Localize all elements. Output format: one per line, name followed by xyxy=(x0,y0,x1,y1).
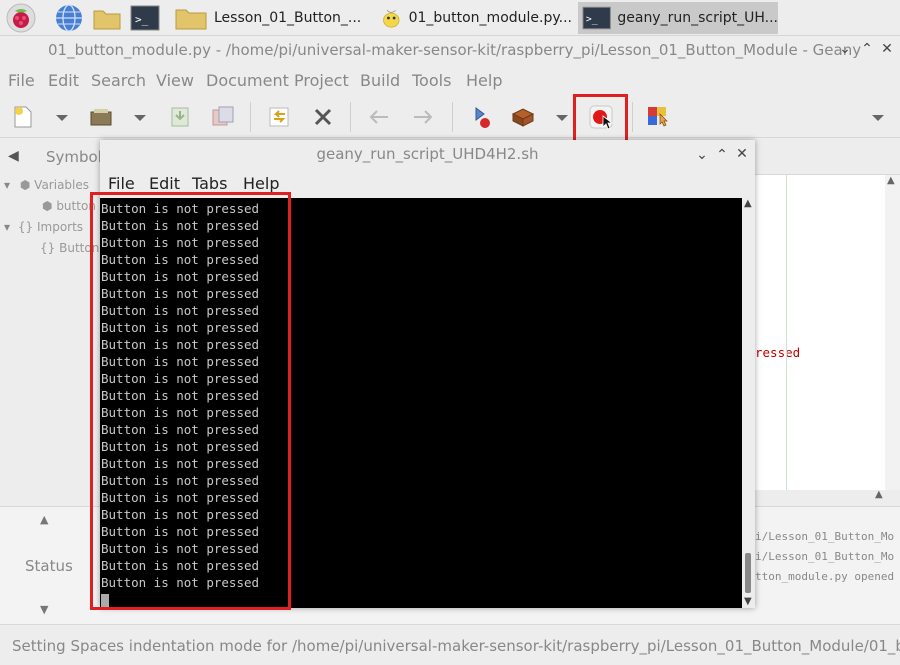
close-file-icon[interactable] xyxy=(310,104,336,130)
build-dropdown-icon[interactable] xyxy=(556,115,568,121)
terminal-scrollbar[interactable]: ▲ ▼ xyxy=(742,198,755,608)
maximize-icon[interactable]: ⌃ xyxy=(858,40,876,58)
toolbar-separator xyxy=(452,102,453,132)
task-geany[interactable]: 01_button_module.py... xyxy=(376,2,572,34)
code-string-fragment: ressed xyxy=(755,345,801,360)
terminal-scroll-thumb[interactable] xyxy=(745,553,751,593)
highlight-terminal-output xyxy=(90,192,291,610)
status-message: i/Lesson_01_Button_Mo xyxy=(755,550,895,563)
compile-icon[interactable] xyxy=(468,104,494,130)
terminal-icon: >_ xyxy=(582,6,611,30)
svg-text:>_: >_ xyxy=(135,13,149,26)
terminal-minimize-icon[interactable]: ⌄ xyxy=(693,146,711,164)
geany-icon xyxy=(383,9,400,28)
editor-scrollbar[interactable]: ▲ ▲ xyxy=(875,175,900,500)
code-editor[interactable]: ressed xyxy=(755,175,900,490)
minimize-icon[interactable]: ⌄ xyxy=(836,40,854,58)
menu-tools[interactable]: Tools xyxy=(412,71,451,90)
close-icon[interactable]: ✕ xyxy=(878,40,896,58)
menu-view[interactable]: View xyxy=(156,71,194,90)
terminal-title: geany_run_script_UHD4H2.sh xyxy=(316,145,539,163)
panel-scroll-down-icon[interactable]: ▼ xyxy=(40,603,48,616)
expand-arrow-icon[interactable]: ▾ xyxy=(4,220,10,234)
raspberry-menu-icon[interactable] xyxy=(6,3,36,33)
variable-icon: ⬢ xyxy=(42,199,53,213)
geany-toolbar xyxy=(0,96,900,138)
long-line-marker xyxy=(786,175,787,490)
tree-label: Imports xyxy=(36,220,84,234)
terminal-maximize-icon[interactable]: ⌃ xyxy=(713,146,731,164)
menu-edit[interactable]: Edit xyxy=(48,71,79,90)
terminal-launcher-icon[interactable]: >_ xyxy=(130,3,160,33)
sidebar-prev-tab-icon[interactable]: ◀ xyxy=(8,148,19,164)
terminal-menu-help[interactable]: Help xyxy=(243,174,279,193)
terminal-close-icon[interactable]: ✕ xyxy=(733,145,751,163)
toolbar-separator xyxy=(350,102,351,132)
menu-help[interactable]: Help xyxy=(466,71,502,90)
task-terminal[interactable]: >_ geany_run_script_UH... xyxy=(578,2,778,34)
status-message: i/Lesson_01_Button_Mo xyxy=(755,530,895,543)
terminal-scroll-down-icon[interactable]: ▼ xyxy=(744,596,752,607)
toolbar-overflow-icon[interactable] xyxy=(872,115,884,121)
symbols-sidebar: ◀ Symbol ▾ ⬢ Variables ⬢ button ▾ {} Imp… xyxy=(0,138,102,506)
menu-project[interactable]: Project xyxy=(294,71,349,90)
menu-build[interactable]: Build xyxy=(360,71,400,90)
file-manager-icon[interactable] xyxy=(92,3,122,33)
color-chooser-icon[interactable] xyxy=(645,104,671,130)
folder-icon xyxy=(175,9,207,30)
terminal-titlebar: geany_run_script_UHD4H2.sh ⌄ ⌃ ✕ xyxy=(100,140,755,168)
scroll-up-icon[interactable]: ▲ xyxy=(887,175,895,186)
navigate-back-icon[interactable] xyxy=(366,104,392,130)
open-file-dropdown-icon[interactable] xyxy=(134,115,146,121)
terminal-menu-tabs[interactable]: Tabs xyxy=(192,174,227,193)
new-file-icon[interactable] xyxy=(10,104,36,130)
terminal-scroll-up-icon[interactable]: ▲ xyxy=(744,198,752,209)
open-file-icon[interactable] xyxy=(88,104,114,130)
new-file-dropdown-icon[interactable] xyxy=(56,115,68,121)
task-label: 01_button_module.py... xyxy=(408,10,572,26)
revert-icon[interactable] xyxy=(266,104,292,130)
menu-document[interactable]: Document xyxy=(206,71,289,90)
highlight-execute-button xyxy=(573,94,628,145)
task-label: Lesson_01_Button_... xyxy=(214,10,362,26)
tab-symbols[interactable]: Symbol xyxy=(46,148,102,166)
terminal-menu-edit[interactable]: Edit xyxy=(149,174,180,193)
svg-text:>_: >_ xyxy=(586,14,598,25)
navigate-forward-icon[interactable] xyxy=(410,104,436,130)
task-file-manager[interactable]: Lesson_01_Button_... xyxy=(170,2,370,34)
save-all-icon[interactable] xyxy=(210,104,236,130)
import-icon: {} xyxy=(17,220,34,234)
toolbar-separator xyxy=(632,102,633,132)
geany-menubar: File Edit Search View Document Project B… xyxy=(0,64,900,96)
variable-icon: ⬢ xyxy=(19,178,31,192)
geany-titlebar: 01_button_module.py - /home/pi/universal… xyxy=(0,36,900,64)
window-title: 01_button_module.py - /home/pi/universal… xyxy=(48,41,862,59)
panel-scroll-up-icon[interactable]: ▲ xyxy=(40,513,48,526)
menu-file[interactable]: File xyxy=(8,71,35,90)
tree-node-imports[interactable]: ▾ {} Imports xyxy=(4,220,83,234)
status-text: Setting Spaces indentation mode for /hom… xyxy=(12,637,900,655)
build-icon[interactable] xyxy=(510,104,536,130)
taskbar: >_ Lesson_01_Button_... 01_button_module… xyxy=(0,0,900,36)
toolbar-separator xyxy=(250,102,251,132)
scroll-down-icon[interactable]: ▲ xyxy=(875,489,883,500)
menu-search[interactable]: Search xyxy=(91,71,146,90)
status-message: tton_module.py opened xyxy=(755,570,895,583)
tree-node-variables[interactable]: ▾ ⬢ Variables xyxy=(4,178,89,192)
tree-label: Variables xyxy=(34,178,90,192)
terminal-menu-file[interactable]: File xyxy=(108,174,135,193)
expand-arrow-icon[interactable]: ▾ xyxy=(4,178,10,192)
editor-tab-bar xyxy=(755,138,900,175)
tree-node-button-var[interactable]: ⬢ button xyxy=(42,199,96,213)
tab-status[interactable]: Status xyxy=(25,557,73,575)
status-bar: Setting Spaces indentation mode for /hom… xyxy=(0,624,900,665)
web-browser-icon[interactable] xyxy=(54,3,84,33)
save-icon[interactable] xyxy=(167,104,193,130)
import-icon: {} xyxy=(40,241,56,255)
task-label: geany_run_script_UH... xyxy=(617,10,778,26)
